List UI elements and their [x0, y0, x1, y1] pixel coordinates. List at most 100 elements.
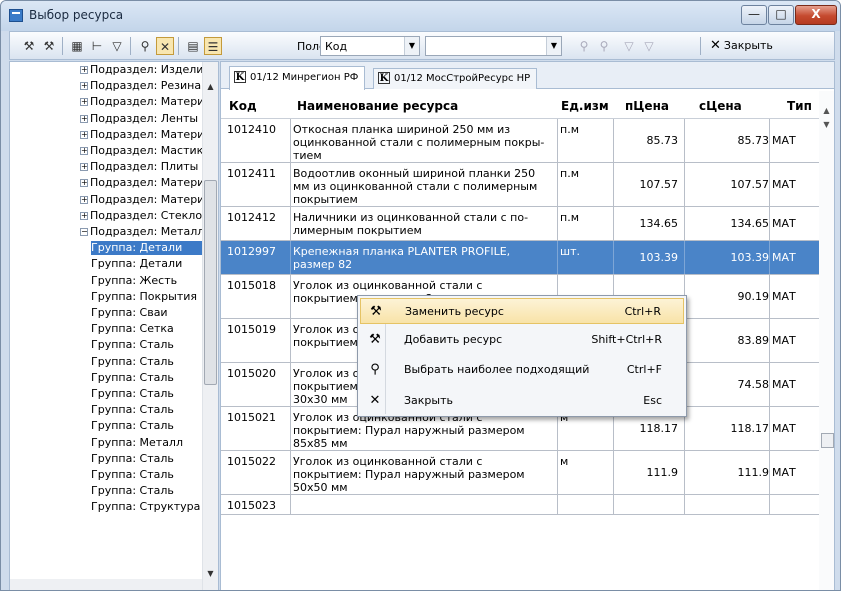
tree-node[interactable]: + Подраздел: Плиты [80, 160, 205, 174]
scroll-up-icon[interactable]: ▲ [819, 106, 834, 120]
column-header-code[interactable]: Код [229, 99, 257, 113]
expand-icon[interactable]: + [80, 130, 88, 139]
tree-node[interactable]: Группа: Сталь [91, 468, 216, 482]
tree-node[interactable]: + Подраздел: Ленты [80, 112, 205, 126]
cell-p-price: 134.65 [614, 207, 685, 240]
table-row[interactable]: 1012412 Наличники из оцинкованной стали с… [221, 207, 822, 241]
cell-type [770, 495, 822, 514]
tree-node[interactable]: − Подраздел: Металл [80, 225, 205, 239]
menu-item-label: Добавить ресурс [404, 333, 503, 346]
tree-node[interactable]: + Подраздел: Стекло [80, 209, 205, 223]
tab-label: 01/12 Минрегион РФ [250, 72, 359, 83]
cell-s-price: 118.17 [685, 407, 770, 450]
expand-icon[interactable]: + [80, 98, 88, 107]
column-header-p-price[interactable]: пЦена [625, 99, 669, 113]
tree-icon[interactable]: ⊢ [88, 37, 106, 55]
cell-s-price: 107.57 [685, 163, 770, 206]
chevron-down-icon[interactable]: ▼ [546, 37, 561, 55]
menu-item-add-resource[interactable]: ⚒ Добавить ресурс Shift+Ctrl+R [360, 327, 684, 353]
tree-node[interactable]: +Подраздел: Материалы [80, 95, 205, 109]
tree-node[interactable]: +Подраздел: Материалы [80, 128, 205, 142]
tree-node[interactable]: Группа: Жесть [91, 274, 216, 288]
grid-icon[interactable]: ▤ [184, 37, 202, 55]
cell-p-price: 107.57 [614, 163, 685, 206]
table-row[interactable]: 1012997 Крепежная планка PLANTER PROFILE,… [221, 241, 822, 275]
cell-type: МАТ [772, 422, 796, 435]
tree-node[interactable]: Группа: Сталь [91, 355, 216, 369]
table-row[interactable]: 1012410 Откосная планка шириной 250 мм из… [221, 119, 822, 163]
table-row[interactable]: 1015022 Уголок из оцинкованной стали с по… [221, 451, 822, 495]
collapse-icon[interactable]: − [80, 228, 88, 236]
menu-item-best-match[interactable]: ⚲ Выбрать наиболее подходящий Ctrl+F [360, 357, 684, 383]
tree-node[interactable]: +Подраздел: Материалы [80, 176, 205, 190]
table-row[interactable]: 1015023 [221, 495, 822, 515]
expand-icon[interactable]: + [80, 66, 88, 74]
cell-unit: п.м [558, 163, 614, 206]
cell-name: Откосная планка шириной 250 мм из оцинко… [291, 119, 558, 162]
tree-node[interactable]: Группа: Сталь [91, 419, 216, 433]
tree-node[interactable]: +Подраздел: Материалы [80, 193, 205, 207]
menu-item-replace-resource[interactable]: ⚒ Заменить ресурс Ctrl+R [360, 298, 684, 324]
cell-unit: шт. [558, 241, 614, 274]
expand-icon[interactable]: + [80, 195, 88, 204]
tree-node[interactable]: Группа: Сваи [91, 306, 216, 320]
tree-node-label: Подраздел: Стекло [90, 208, 203, 222]
table-row[interactable]: 1012411 Водоотлив оконный шириной планки … [221, 163, 822, 207]
expand-icon[interactable]: + [80, 179, 88, 188]
table-scroll-thumb[interactable] [821, 433, 834, 448]
expand-icon[interactable]: + [80, 147, 88, 155]
scroll-down-icon[interactable]: ▼ [204, 567, 217, 581]
tree-node[interactable]: Группа: Структура [91, 500, 216, 514]
tree-node[interactable]: Группа: Сталь [91, 452, 216, 466]
expand-icon[interactable]: + [80, 163, 88, 172]
close-window-button[interactable]: X [795, 5, 837, 25]
close-button-label: Закрыть [723, 39, 773, 52]
expand-icon[interactable]: + [80, 114, 88, 123]
field-select[interactable]: Код ▼ [320, 36, 420, 56]
tree-node-label: Группа: Сталь [91, 403, 174, 417]
tree-node[interactable]: + Подраздел: Мастики [80, 144, 205, 158]
tree-scroll-thumb[interactable] [204, 180, 217, 385]
tree-node[interactable]: Группа: Покрытия [91, 290, 216, 304]
tree-node-label: Группа: Жесть [91, 273, 178, 287]
column-header-s-price[interactable]: сЦена [699, 99, 742, 113]
table-scrollbar[interactable] [819, 91, 834, 590]
tab-mosstroyresurs[interactable]: K 01/12 МосСтройРесурс НР [373, 68, 538, 89]
expand-icon[interactable]: + [80, 82, 88, 91]
tree-node[interactable]: Группа: Детали [91, 241, 216, 256]
close-button[interactable]: ✕ Закрыть [710, 36, 773, 56]
menu-item-close[interactable]: ✕ Закрыть Esc [360, 388, 684, 414]
tree-horizontal-scrollbar[interactable] [10, 579, 202, 590]
filter-icon[interactable]: ▽ [108, 37, 126, 55]
minimize-button[interactable]: — [741, 5, 767, 25]
table-icon[interactable]: ▦ [68, 37, 86, 55]
column-header-unit[interactable]: Ед.изм [561, 99, 609, 113]
cell-name: Уголок из оцинкованной стали с покрытием… [291, 451, 558, 494]
tree-node[interactable]: Группа: Сталь [91, 403, 216, 417]
clear-search-icon[interactable]: ✕ [156, 37, 174, 55]
tree-node[interactable]: Группа: Сталь [91, 338, 216, 352]
maximize-button[interactable]: □ [768, 5, 794, 25]
tree-node[interactable]: Группа: Сталь [91, 371, 216, 385]
chevron-down-icon[interactable]: ▼ [404, 37, 419, 55]
tree-node[interactable]: Группа: Сетка [91, 322, 216, 336]
tab-minregion[interactable]: K 01/12 Минрегион РФ [229, 66, 366, 90]
binoculars-icon[interactable]: ⚲ [136, 37, 154, 55]
tree-node-label: Группа: Сталь [91, 338, 174, 352]
tree-node[interactable]: Группа: Сталь [91, 484, 216, 498]
expand-icon[interactable]: + [80, 211, 88, 220]
scroll-down-icon[interactable]: ▼ [819, 120, 834, 134]
scroll-up-icon[interactable]: ▲ [204, 80, 217, 94]
tree-node[interactable]: + Подраздел: Изделия [80, 63, 205, 77]
tree-node[interactable]: Группа: Детали [91, 257, 216, 271]
column-header-name[interactable]: Наименование ресурса [297, 99, 458, 113]
replace-resource-icon[interactable]: ⚒ [20, 37, 38, 55]
tree-node[interactable]: + Подраздел: Резина [80, 79, 205, 93]
columns-icon[interactable]: ☰ [204, 37, 222, 55]
add-resource-icon[interactable]: ⚒ [40, 37, 58, 55]
tree-node[interactable]: Группа: Сталь [91, 387, 216, 401]
resource-tree[interactable]: + Подраздел: Изделия + Подраздел: Резина + По… [9, 61, 219, 590]
column-header-type[interactable]: Тип [787, 99, 812, 113]
value-select[interactable]: ▼ [425, 36, 562, 56]
tree-node[interactable]: Группа: Металл [91, 436, 216, 450]
